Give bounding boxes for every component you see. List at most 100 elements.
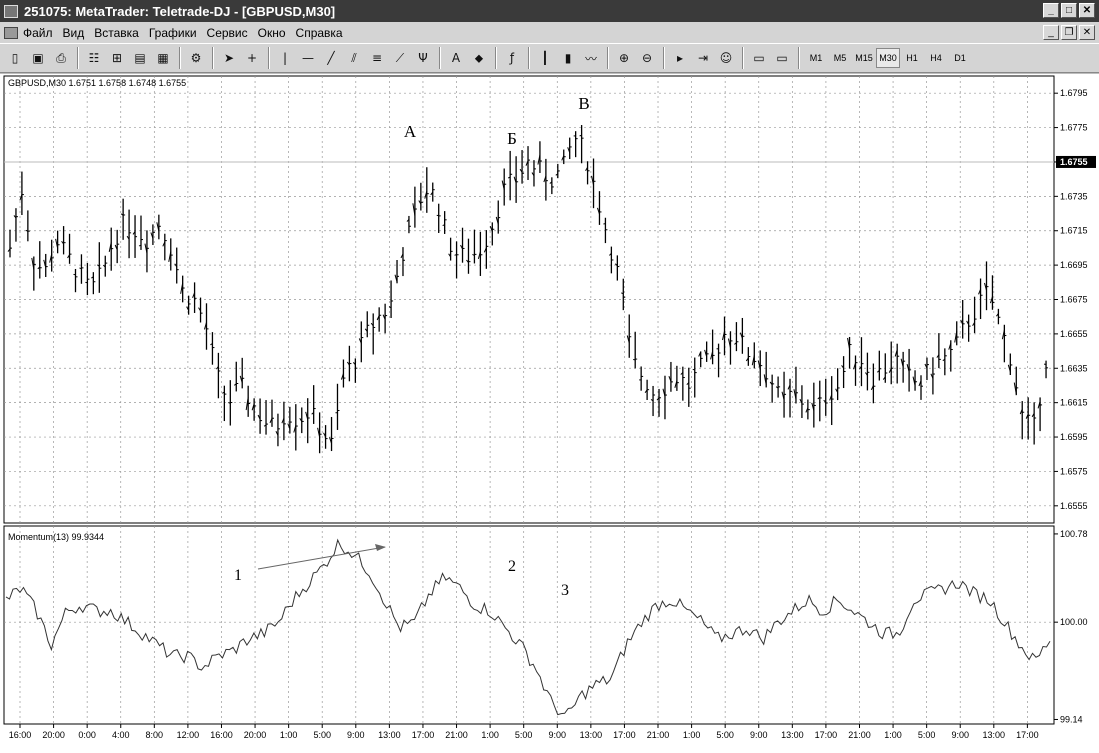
expert-icon[interactable]: ☺: [715, 47, 737, 69]
chart-shift-icon[interactable]: ▸: [669, 47, 691, 69]
price-label: 1.6555: [1060, 501, 1088, 511]
child-minimize-button[interactable]: _: [1043, 25, 1059, 40]
bar-chart-icon[interactable]: ┃: [534, 47, 556, 69]
line-chart-icon[interactable]: 〰: [580, 47, 602, 69]
time-label: 9:00: [347, 730, 365, 740]
indicator-label: 100.78: [1060, 529, 1088, 539]
time-label: 5:00: [515, 730, 533, 740]
time-label: 13:00: [580, 730, 603, 740]
menu-window[interactable]: Окно: [258, 26, 286, 40]
close-button[interactable]: ✕: [1079, 3, 1095, 18]
horizontal-line-icon[interactable]: —: [297, 47, 319, 69]
terminal-icon[interactable]: ▦: [152, 47, 174, 69]
autoscroll-icon[interactable]: ⇥: [692, 47, 714, 69]
properties-icon[interactable]: ⚙: [185, 47, 207, 69]
time-label: 1:00: [683, 730, 701, 740]
child-restore-button[interactable]: ❐: [1061, 25, 1077, 40]
timeframe-m1[interactable]: M1: [804, 48, 828, 68]
trendline-icon[interactable]: ╱: [320, 47, 342, 69]
current-price-label: 1.6755: [1060, 157, 1088, 167]
peak-annotation-1: А: [404, 122, 417, 141]
indicator-pane-frame: [3, 525, 1055, 725]
print-icon[interactable]: ⎙: [50, 47, 72, 69]
price-bar-open: [138, 244, 142, 247]
time-label: 12:00: [177, 730, 200, 740]
price-label: 1.6735: [1060, 191, 1088, 201]
minimize-button[interactable]: _: [1043, 3, 1059, 18]
cursor-icon[interactable]: ➤: [218, 47, 240, 69]
menu-charts[interactable]: Графики: [149, 26, 197, 40]
fibo-retracement-icon[interactable]: ≡: [366, 47, 388, 69]
time-label: 5:00: [918, 730, 936, 740]
time-label: 1:00: [884, 730, 902, 740]
window-title: 251075: MetaTrader: Teletrade-DJ - [GBPU…: [24, 3, 336, 19]
menu-file[interactable]: Файл: [23, 26, 53, 40]
price-bar-open: [579, 134, 582, 137]
menu-help[interactable]: Справка: [296, 26, 343, 40]
title-bar: 251075: MetaTrader: Teletrade-DJ - [GBPU…: [0, 0, 1099, 22]
time-label: 0:00: [78, 730, 96, 740]
crosshair-icon[interactable]: +: [241, 47, 263, 69]
period-separator-icon[interactable]: ƒ: [501, 47, 523, 69]
time-label: 20:00: [244, 730, 267, 740]
time-label: 21:00: [647, 730, 670, 740]
timeframe-h1[interactable]: H1: [900, 48, 924, 68]
market-watch-icon[interactable]: ☷: [83, 47, 105, 69]
time-label: 5:00: [313, 730, 331, 740]
document-icon[interactable]: [4, 26, 18, 39]
menu-view[interactable]: Вид: [63, 26, 85, 40]
time-label: 17:00: [815, 730, 838, 740]
child-close-button[interactable]: ✕: [1079, 25, 1095, 40]
price-label: 1.6675: [1060, 295, 1088, 305]
zoom-out-icon[interactable]: ⊖: [636, 47, 658, 69]
time-label: 9:00: [750, 730, 768, 740]
navigator-icon[interactable]: ▤: [129, 47, 151, 69]
data-window-icon[interactable]: ⊞: [106, 47, 128, 69]
chart-window[interactable]: 1.6795 1.6775 1.6755 1.6735 1.6715 1.6695 1.66…: [0, 74, 1099, 753]
menu-tools[interactable]: Сервис: [207, 26, 248, 40]
price-label: 1.6635: [1060, 363, 1088, 373]
price-label: 1.6655: [1060, 329, 1088, 339]
vertical-line-icon[interactable]: |: [274, 47, 296, 69]
arrow-label-icon[interactable]: ⬥: [468, 47, 490, 69]
time-label: 17:00: [1016, 730, 1039, 740]
channel-icon[interactable]: ⫽: [343, 47, 365, 69]
peak-annotation-3: В: [578, 94, 589, 113]
maximize-button[interactable]: □: [1061, 3, 1077, 18]
timeframe-m15[interactable]: M15: [852, 48, 876, 68]
template-icon[interactable]: ▭: [748, 47, 770, 69]
time-label: 16:00: [210, 730, 233, 740]
indicator-info: Momentum(13) 99.9344: [8, 532, 105, 542]
price-label: 1.6615: [1060, 398, 1088, 408]
timeframe-m5[interactable]: M5: [828, 48, 852, 68]
profile-icon[interactable]: ▭: [771, 47, 793, 69]
time-label: 13:00: [781, 730, 804, 740]
save-icon[interactable]: ▣: [27, 47, 49, 69]
time-label: 4:00: [112, 730, 130, 740]
arrow-head: [375, 544, 386, 551]
zoom-in-icon[interactable]: ⊕: [613, 47, 635, 69]
menu-bar: Файл Вид Вставка Графики Сервис Окно Спр…: [0, 22, 1099, 43]
time-label: 16:00: [9, 730, 32, 740]
timeframe-h4[interactable]: H4: [924, 48, 948, 68]
time-label: 21:00: [848, 730, 871, 740]
toolbar: ▯ ▣ ⎙ ☷ ⊞ ▤ ▦ ⚙ ➤ + | — ╱ ⫽ ≡ ⟋ Ψ A ⬥ ƒ …: [0, 43, 1099, 73]
price-label: 1.6795: [1060, 88, 1088, 98]
gann-icon[interactable]: Ψ: [412, 47, 434, 69]
timeframe-m30[interactable]: M30: [876, 48, 900, 68]
menu-insert[interactable]: Вставка: [94, 26, 139, 40]
text-icon[interactable]: A: [445, 47, 467, 69]
time-label: 9:00: [549, 730, 567, 740]
momentum-annotation-3: 3: [561, 582, 569, 599]
fibo-fan-icon[interactable]: ⟋: [389, 47, 411, 69]
chart-canvas[interactable]: 1.6795 1.6775 1.6755 1.6735 1.6715 1.6695 1.66…: [0, 74, 1099, 753]
timeframe-d1[interactable]: D1: [948, 48, 972, 68]
indicator-label: 99.14: [1060, 714, 1083, 724]
new-chart-icon[interactable]: ▯: [4, 47, 26, 69]
time-label: 8:00: [146, 730, 164, 740]
price-label: 1.6715: [1060, 226, 1088, 236]
time-label: 21:00: [445, 730, 468, 740]
time-label: 1:00: [280, 730, 298, 740]
momentum-annotation-2: 2: [508, 558, 516, 575]
candle-chart-icon[interactable]: ▮: [557, 47, 579, 69]
